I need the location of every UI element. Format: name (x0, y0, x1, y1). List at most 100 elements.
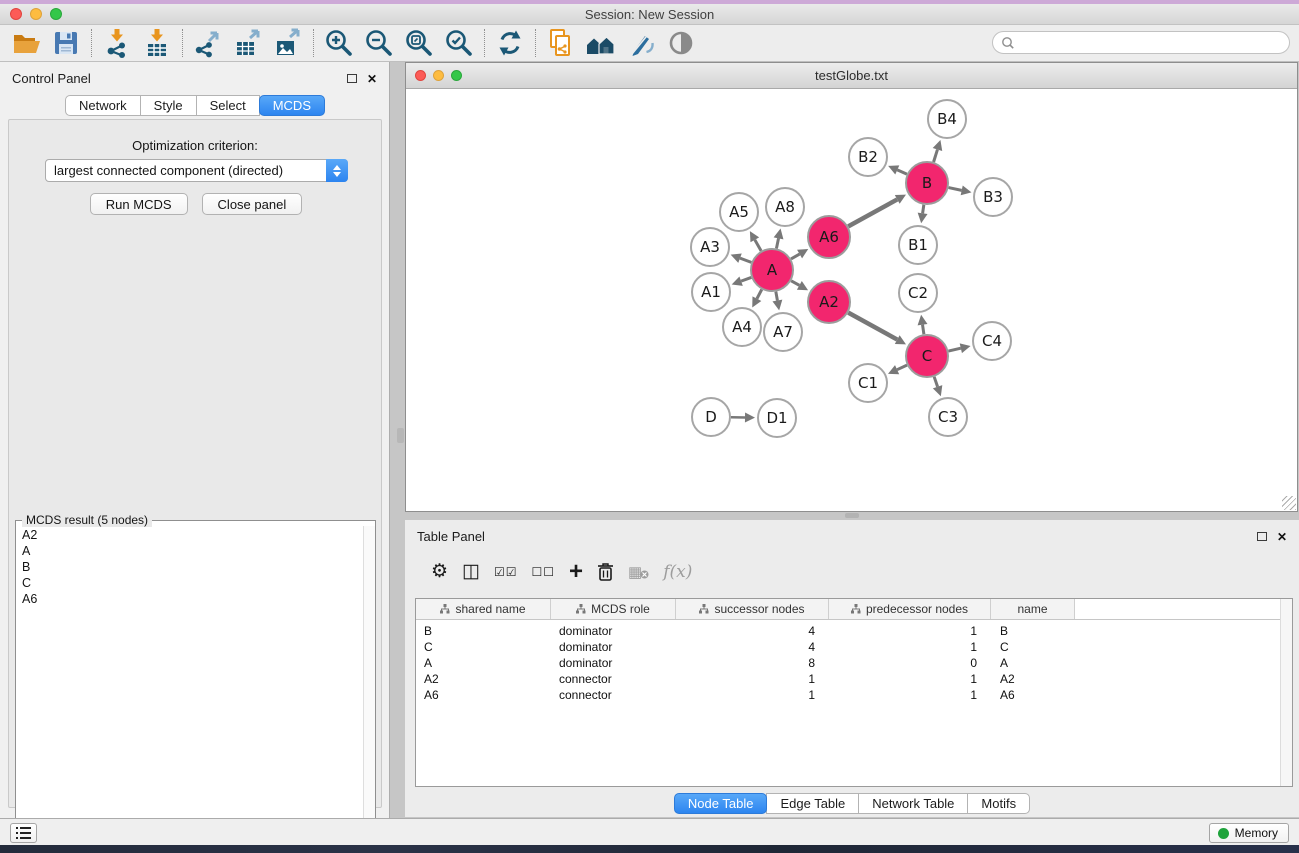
refresh-icon[interactable] (490, 27, 530, 59)
toggle-annotations-icon[interactable] (621, 27, 661, 59)
edge-C-C3[interactable] (934, 377, 937, 387)
split-panel-icon[interactable]: ◫ (462, 560, 480, 583)
edge-A-A8[interactable] (776, 238, 778, 248)
table-row[interactable]: Adominator80A (416, 655, 1292, 671)
edge-A-A4[interactable] (757, 289, 762, 298)
network-graph[interactable]: AA5A8A3A1A4A7A6A2BB2B4B3B1CC2C4C1C3DD1 (406, 89, 1297, 511)
result-item[interactable]: A2 (22, 527, 363, 543)
edge-A-A7[interactable] (776, 292, 778, 301)
edge-A6-B[interactable] (848, 199, 897, 226)
tab-motifs[interactable]: Motifs (967, 793, 1030, 814)
network-canvas[interactable]: AA5A8A3A1A4A7A6A2BB2B4B3B1CC2C4C1C3DD1 (406, 89, 1297, 511)
table-cell: dominator (551, 640, 676, 654)
column-header-predecessor-nodes[interactable]: predecessor nodes (829, 599, 991, 619)
tab-select[interactable]: Select (196, 95, 260, 116)
edge-A-A2[interactable] (791, 281, 799, 286)
tab-network-table[interactable]: Network Table (858, 793, 968, 814)
table-cell: A (416, 656, 551, 670)
column-header-successor-nodes[interactable]: successor nodes (676, 599, 829, 619)
memory-button[interactable]: Memory (1209, 823, 1289, 843)
close-panel-icon[interactable]: ✕ (367, 72, 377, 86)
home-icon[interactable] (581, 27, 621, 59)
function-builder-icon[interactable]: f(x) (663, 562, 692, 582)
panel-divider-handle[interactable] (397, 428, 404, 443)
table-row[interactable]: A2connector11A2 (416, 671, 1292, 687)
table-row[interactable]: Cdominator41C (416, 639, 1292, 655)
edge-B-B4[interactable] (934, 150, 938, 162)
edge-C-C4[interactable] (948, 348, 960, 351)
edge-A-A6[interactable] (791, 254, 800, 259)
zoom-out-icon[interactable] (359, 27, 399, 59)
column-header-mcds-role[interactable]: MCDS role (551, 599, 676, 619)
table-cell: 4 (676, 640, 829, 654)
duplicate-network-icon[interactable] (541, 27, 581, 59)
tab-mcds[interactable]: MCDS (259, 95, 325, 116)
export-image-icon[interactable] (268, 27, 308, 59)
criterion-select[interactable]: largest connected component (directed) (45, 159, 348, 182)
zoom-fit-icon[interactable] (399, 27, 439, 59)
float-table-panel-icon[interactable] (1257, 532, 1267, 541)
control-panel-title: Control Panel (12, 71, 91, 86)
column-type-icon (699, 604, 709, 614)
node-table[interactable]: shared name MCDS role successor nodes pr… (415, 598, 1293, 787)
task-history-button[interactable] (10, 823, 37, 843)
column-header-shared-name[interactable]: shared name (416, 599, 551, 619)
mcds-result-list[interactable]: A2 A B C A6 (17, 527, 363, 853)
delete-table-icon[interactable]: ▦ (628, 563, 649, 581)
import-table-icon[interactable] (137, 27, 177, 59)
run-mcds-button[interactable]: Run MCDS (90, 193, 188, 215)
edge-B-B2[interactable] (897, 170, 907, 174)
delete-column-icon[interactable] (597, 562, 614, 581)
result-item[interactable]: A (22, 543, 363, 559)
table-row[interactable]: Bdominator41B (416, 623, 1292, 639)
add-column-icon[interactable]: + (569, 563, 583, 581)
result-item[interactable]: B (22, 559, 363, 575)
edge-A-A3[interactable] (740, 258, 751, 262)
table-scrollbar[interactable] (1280, 599, 1292, 786)
arrowhead-icon (961, 185, 972, 195)
deselect-all-icon[interactable]: ☐☐ (532, 565, 556, 579)
export-network-icon[interactable] (188, 27, 228, 59)
import-network-icon[interactable] (97, 27, 137, 59)
tab-style[interactable]: Style (140, 95, 197, 116)
edge-A-A1[interactable] (741, 277, 751, 281)
node-label-C2: C2 (908, 284, 928, 302)
edge-A2-C[interactable] (848, 313, 897, 340)
result-item[interactable]: C (22, 575, 363, 591)
result-scrollbar[interactable] (363, 526, 375, 853)
table-body: Bdominator41BCdominator41CAdominator80AA… (416, 623, 1292, 703)
resize-grip-icon[interactable] (1282, 496, 1296, 510)
close-panel-button[interactable]: Close panel (202, 193, 303, 215)
network-scrollbar-nub[interactable] (845, 513, 859, 518)
edge-A-A5[interactable] (755, 240, 761, 251)
application-window: Session: New Session (0, 0, 1299, 845)
float-panel-icon[interactable] (347, 74, 357, 83)
save-session-icon[interactable] (46, 27, 86, 59)
open-session-icon[interactable] (6, 27, 46, 59)
tab-node-table[interactable]: Node Table (674, 793, 768, 814)
table-cell: A (991, 656, 1075, 670)
tab-network[interactable]: Network (65, 95, 141, 116)
settings-gear-icon[interactable]: ⚙ (431, 560, 448, 583)
select-all-icon[interactable]: ☑☑ (494, 565, 518, 579)
column-type-icon (576, 604, 586, 614)
titlebar: Session: New Session (0, 4, 1299, 25)
edge-C-C2[interactable] (923, 325, 924, 335)
table-row[interactable]: A6connector11A6 (416, 687, 1292, 703)
arrowhead-icon (774, 229, 784, 240)
zoom-in-icon[interactable] (319, 27, 359, 59)
edge-B-B3[interactable] (949, 188, 962, 191)
table-cell: 1 (676, 688, 829, 702)
edge-B-B1[interactable] (923, 205, 924, 214)
edge-C-C1[interactable] (897, 365, 907, 370)
export-table-icon[interactable] (228, 27, 268, 59)
close-table-panel-icon[interactable]: ✕ (1277, 530, 1287, 544)
tab-edge-table[interactable]: Edge Table (766, 793, 859, 814)
search-input[interactable] (1015, 33, 1289, 52)
result-item[interactable]: A6 (22, 591, 363, 607)
zoom-selected-icon[interactable] (439, 27, 479, 59)
memory-label: Memory (1235, 826, 1278, 840)
status-bar: Memory (0, 818, 1299, 845)
show-graphics-icon[interactable] (661, 27, 701, 59)
column-header-name[interactable]: name (991, 599, 1075, 619)
